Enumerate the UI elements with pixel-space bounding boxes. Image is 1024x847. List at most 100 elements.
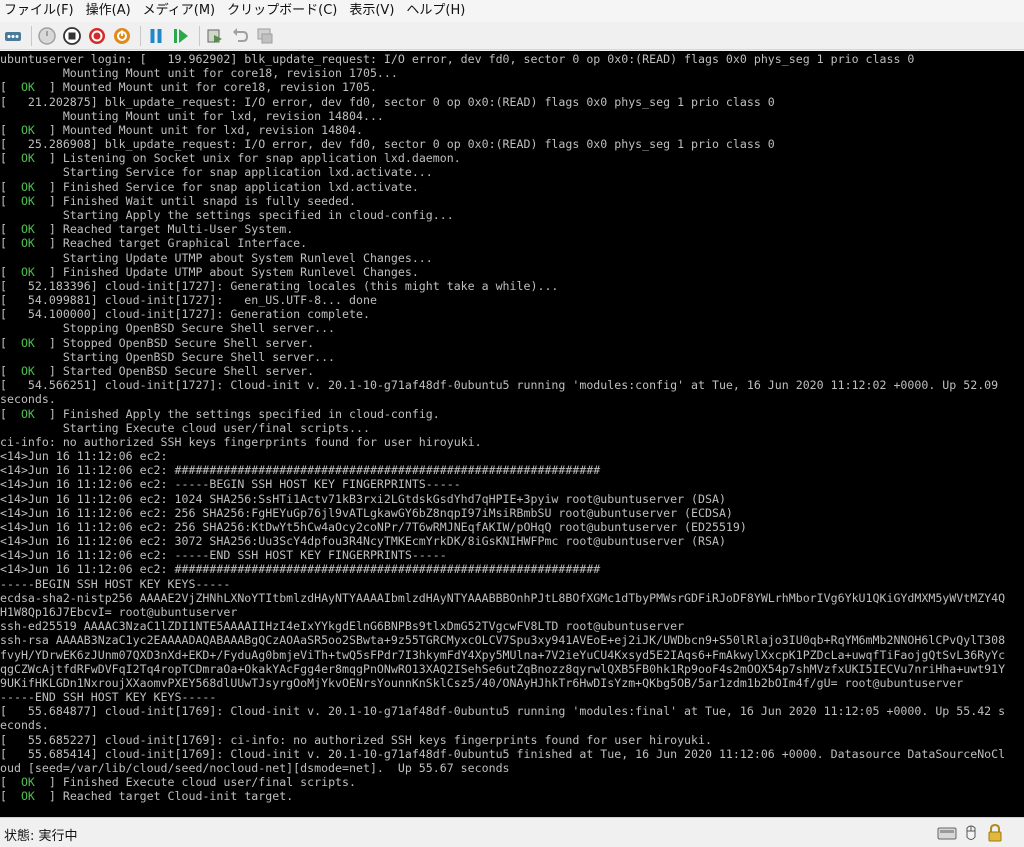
- console-text: Mounting Mount unit for lxd, revision 14…: [0, 108, 384, 123]
- console-line: [ 52.183396] cloud-init[1727]: Generatin…: [0, 279, 558, 293]
- menu-item-5[interactable]: ヘルプ(H): [400, 0, 471, 22]
- console-line: [ OK ] Finished Wait until snapd is full…: [0, 193, 357, 208]
- console-text: <14>Jun 16 11:12:06 ec2:: [0, 449, 168, 464]
- console-line: Stopping OpenBSD Secure Shell server...: [0, 321, 335, 335]
- reset-icon[interactable]: [170, 25, 192, 47]
- console-text: Reached target Multi-User System.: [55, 222, 294, 237]
- checkpoint-icon[interactable]: [204, 25, 226, 47]
- toolbar: [0, 22, 1024, 50]
- console-text: Starting OpenBSD Secure Shell server...: [0, 349, 336, 364]
- console-text: Reached target Graphical Interface.: [55, 236, 308, 251]
- ok-status: OK: [6, 335, 49, 350]
- pause-icon[interactable]: [145, 25, 167, 47]
- revert-icon[interactable]: [229, 25, 251, 47]
- console-line: ecdsa-sha2-nistp256 AAAAE2VjZHNhLXNoYTIt…: [0, 591, 1005, 605]
- console-line: [ OK ] Listening on Socket unix for snap…: [0, 151, 461, 166]
- menu-bar: ファイル(F) 操作(A) メディア(M) クリップボード(C) 表示(V) ヘルプ(H): [0, 0, 1024, 22]
- start-icon[interactable]: [36, 25, 58, 47]
- ok-status: OK: [6, 151, 49, 166]
- menu-item-4[interactable]: 表示(V): [343, 0, 400, 22]
- console-text: ci-info: no authorized SSH keys fingerpr…: [0, 434, 482, 449]
- console-text: ssh-ed25519 AAAAC3NzaC1lZDI1NTE5AAAAIIHz…: [0, 619, 685, 634]
- console-text: 9UKifHKLGDn1NxroujXXaomvPXEY568dlUUwTJsy…: [0, 675, 964, 690]
- console-text: ubuntuserver login: [ 19.962902] blk_upd…: [0, 52, 915, 66]
- console-text: [ 55.684877] cloud-init[1769]: Cloud-ini…: [0, 704, 1006, 719]
- console-line: Starting Execute cloud user/final script…: [0, 421, 370, 435]
- toolbar-separator: [31, 25, 32, 46]
- console-text: <14>Jun 16 11:12:06 ec2: 3072 SHA256:Uu3…: [0, 534, 726, 549]
- enhanced-session-icon[interactable]: [254, 25, 276, 47]
- console-text: ssh-rsa AAAAB3NzaC1yc2EAAAADAQABAAABgQCz…: [0, 633, 1006, 648]
- console-line: qgCZWcAjtfdRFwDVFqI2Tq4ropTCDmraOa+OkakY…: [0, 662, 1005, 676]
- console-text: [ 52.183396] cloud-init[1727]: Generatin…: [0, 278, 559, 293]
- console-text: Stopping OpenBSD Secure Shell server...: [0, 321, 336, 336]
- console-line: Starting Update UTMP about System Runlev…: [0, 251, 433, 265]
- console-text: Mounted Mount unit for lxd, revision 148…: [55, 122, 363, 137]
- console-line: Mounting Mount unit for lxd, revision 14…: [0, 109, 384, 123]
- console-line: [ OK ] Mounted Mount unit for lxd, revis…: [0, 122, 363, 137]
- console-line: [ OK ] Mounted Mount unit for core18, re…: [0, 80, 377, 95]
- console-line: H1W8Qp16J7EbcvI= root@ubuntuserver: [0, 605, 237, 619]
- console-line: [ OK ] Reached target Graphical Interfac…: [0, 236, 308, 251]
- console-line: <14>Jun 16 11:12:06 ec2: ###############…: [0, 562, 600, 576]
- console-line: [ 25.286908] blk_update_request: I/O err…: [0, 137, 775, 151]
- menu-item-1[interactable]: 操作(A): [80, 0, 137, 22]
- console-line: seconds.: [0, 392, 56, 406]
- console-text: [ 25.286908] blk_update_request: I/O err…: [0, 137, 775, 152]
- status-text: 状態: 実行中: [4, 829, 78, 844]
- console-line: Mounting Mount unit for core18, revision…: [0, 66, 398, 80]
- shutdown-icon[interactable]: [86, 25, 108, 47]
- console-line: <14>Jun 16 11:12:06 ec2: 3072 SHA256:Uu3…: [0, 534, 726, 548]
- console-line: ssh-rsa AAAAB3NzaC1yc2EAAAADAQABAAABgQCz…: [0, 633, 1005, 647]
- vm-console-screen[interactable]: ubuntuserver login: [ 19.962902] blk_upd…: [0, 51, 1024, 817]
- menu-item-2[interactable]: メディア(M): [137, 0, 221, 22]
- save-state-icon[interactable]: [111, 25, 133, 47]
- console-text: seconds.: [0, 392, 56, 407]
- console-text: econds.: [0, 718, 49, 733]
- toolbar-separator: [140, 25, 141, 46]
- console-line: econds.: [0, 718, 49, 732]
- console-line: [ 54.100000] cloud-init[1727]: Generatio…: [0, 307, 370, 321]
- ok-status: OK: [6, 179, 49, 194]
- menu-item-0[interactable]: ファイル(F): [0, 0, 80, 22]
- lock-icon: [985, 823, 1005, 843]
- console-line: <14>Jun 16 11:12:06 ec2: -----BEGIN SSH …: [0, 477, 461, 491]
- console-line: <14>Jun 16 11:12:06 ec2:: [0, 449, 168, 463]
- console-line: <14>Jun 16 11:12:06 ec2: ###############…: [0, 463, 600, 477]
- console-text: qgCZWcAjtfdRFwDVFqI2Tq4ropTCDmraOa+OkakY…: [0, 661, 1006, 676]
- console-text: <14>Jun 16 11:12:06 ec2: ###############…: [0, 562, 601, 577]
- ok-status: OK: [6, 122, 49, 137]
- console-line: Starting OpenBSD Secure Shell server...: [0, 350, 335, 364]
- ctrl-alt-del-icon[interactable]: [2, 25, 24, 47]
- console-text: <14>Jun 16 11:12:06 ec2: 256 SHA256:KtDw…: [0, 519, 747, 534]
- console-text: Mounted Mount unit for core18, revision …: [55, 80, 377, 95]
- console-text: [ 54.099881] cloud-init[1727]: en_US.UTF…: [0, 293, 377, 308]
- console-line: [ OK ] Reached target Cloud-init target.: [0, 789, 294, 804]
- console-text: -----BEGIN SSH HOST KEY KEYS-----: [0, 576, 231, 591]
- console-text: [ 55.685227] cloud-init[1769]: ci-info: …: [0, 732, 712, 747]
- console-line: -----END SSH HOST KEY KEYS-----: [0, 690, 216, 704]
- console-line: ubuntuserver login: [ 19.962902] blk_upd…: [0, 52, 914, 66]
- console-text: Stopped OpenBSD Secure Shell server.: [55, 335, 315, 350]
- console-line: [ OK ] Stopped OpenBSD Secure Shell serv…: [0, 335, 315, 350]
- console-line: fvyH/YDrwEK6zJUnm07QXD3nXd+EKD+/FyduAg0b…: [0, 648, 1005, 662]
- console-line: 9UKifHKLGDn1NxroujXXaomvPXEY568dlUUwTJsy…: [0, 676, 963, 690]
- console-line: [ 55.685414] cloud-init[1769]: Cloud-ini…: [0, 747, 1005, 761]
- ok-status: OK: [6, 222, 49, 237]
- console-line: <14>Jun 16 11:12:06 ec2: 256 SHA256:FgHE…: [0, 506, 733, 520]
- console-line: <14>Jun 16 11:12:06 ec2: -----END SSH HO…: [0, 548, 447, 562]
- console-text: Listening on Socket unix for snap applic…: [55, 151, 461, 166]
- toolbar-separator: [199, 25, 200, 46]
- console-line: <14>Jun 16 11:12:06 ec2: 1024 SHA256:SsH…: [0, 492, 726, 506]
- console-text: <14>Jun 16 11:12:06 ec2: -----BEGIN SSH …: [0, 477, 461, 492]
- console-line: Starting Service for snap application lx…: [0, 165, 433, 179]
- console-line: Starting Apply the settings specified in…: [0, 208, 454, 222]
- turn-off-icon[interactable]: [61, 25, 83, 47]
- console-text: oud [seed=/var/lib/cloud/seed/nocloud-ne…: [0, 761, 510, 775]
- console-text: <14>Jun 16 11:12:06 ec2: 256 SHA256:FgHE…: [0, 505, 733, 520]
- console-text: Starting Service for snap application lx…: [0, 165, 433, 180]
- mouse-icon: [961, 823, 981, 843]
- console-line: oud [seed=/var/lib/cloud/seed/nocloud-ne…: [0, 761, 510, 775]
- menu-item-3[interactable]: クリップボード(C): [221, 0, 343, 22]
- console-text: Starting Update UTMP about System Runlev…: [0, 250, 433, 265]
